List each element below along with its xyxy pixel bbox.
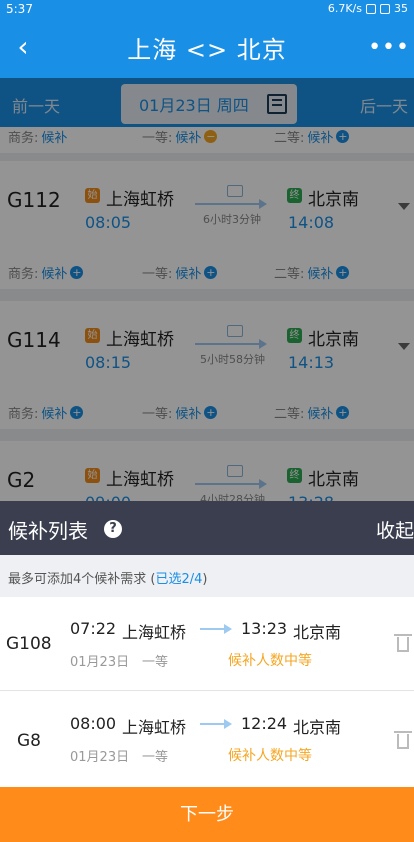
waitlist-status: 候补人数中等 bbox=[228, 653, 312, 669]
departure-time: 08:00 bbox=[70, 714, 117, 733]
limit-text: 最多可添加4个候补需求 ( bbox=[8, 572, 156, 587]
travel-date: 01月23日 bbox=[70, 655, 130, 670]
page-title: 上海 <> 北京 bbox=[127, 36, 287, 64]
selected-count: 已选2/4 bbox=[155, 572, 203, 587]
route-arrow-icon bbox=[200, 624, 232, 634]
nav-bar: ‹ 上海 <> 北京 ••• bbox=[0, 17, 414, 78]
more-icon[interactable]: ••• bbox=[368, 35, 410, 60]
waitlist-item[interactable]: G8 08:00 上海虹桥 12:24 北京南 01月23日 一等 候补人数中等 bbox=[0, 691, 414, 787]
alarm-icon bbox=[366, 3, 376, 14]
waitlist-item[interactable]: G108 07:22 上海虹桥 13:23 北京南 01月23日 一等 候补人数… bbox=[0, 597, 414, 692]
departure-time: 07:22 bbox=[70, 619, 117, 638]
arrival-time: 13:23 bbox=[241, 619, 288, 638]
help-icon[interactable]: ? bbox=[104, 520, 122, 538]
waitlist-header: 候补列表 ? 收起 bbox=[0, 501, 414, 555]
battery-level: 35 bbox=[394, 2, 408, 15]
arrival-station: 北京南 bbox=[293, 718, 342, 737]
route-arrow-icon bbox=[200, 719, 232, 729]
waitlist-status: 候补人数中等 bbox=[228, 748, 312, 764]
trash-icon[interactable] bbox=[394, 634, 412, 652]
departure-station: 上海虹桥 bbox=[122, 718, 187, 737]
signal-icon bbox=[380, 3, 390, 14]
collapse-button[interactable]: 收起 bbox=[376, 516, 414, 543]
waitlist-title: 候补列表 bbox=[8, 519, 88, 543]
trash-icon[interactable] bbox=[394, 731, 412, 749]
status-bar: 5:37 6.7K/s 35 bbox=[0, 0, 414, 17]
travel-date: 01月23日 bbox=[70, 750, 130, 765]
departure-station: 上海虹桥 bbox=[122, 623, 187, 642]
status-icons: 6.7K/s 35 bbox=[328, 2, 408, 15]
seat-class: 一等 bbox=[142, 655, 169, 670]
network-speed: 6.7K/s bbox=[327, 2, 362, 15]
back-icon[interactable]: ‹ bbox=[8, 33, 38, 63]
limit-close: ) bbox=[202, 572, 208, 587]
arrival-time: 12:24 bbox=[241, 714, 288, 733]
next-step-button[interactable]: 下一步 bbox=[0, 787, 414, 842]
waitlist-limit-info: 最多可添加4个候补需求 (已选2/4) bbox=[0, 555, 414, 597]
modal-overlay[interactable] bbox=[0, 78, 414, 501]
seat-class: 一等 bbox=[142, 750, 169, 765]
status-time: 5:37 bbox=[6, 1, 33, 16]
train-number: G8 bbox=[17, 731, 41, 751]
train-number: G108 bbox=[6, 634, 52, 654]
arrival-station: 北京南 bbox=[293, 623, 342, 642]
